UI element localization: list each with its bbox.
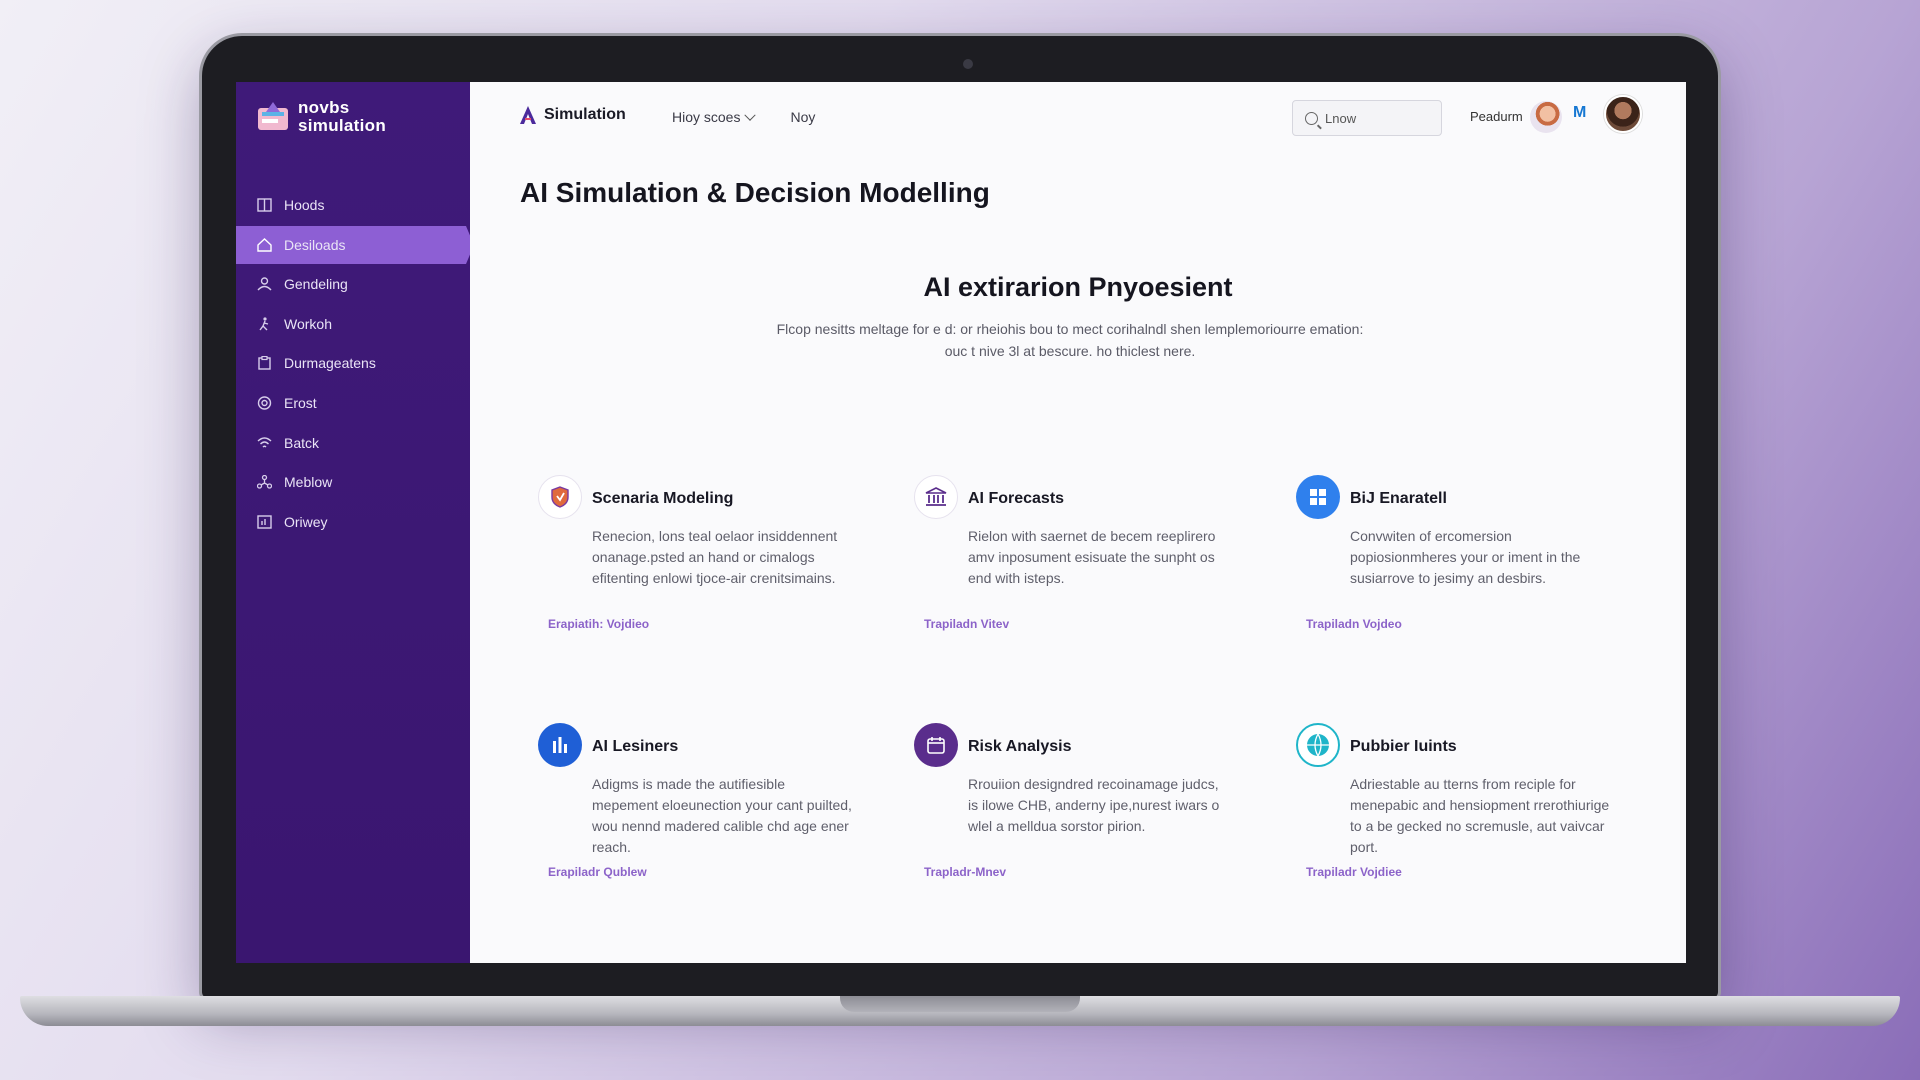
card-description: Adriestable au tterns from reciple for m… <box>1350 776 1610 855</box>
sidebar-item-label: Batck <box>284 434 320 451</box>
hero-title: AI extirarion Pnyoesient <box>923 272 1233 302</box>
card-title: Pubbier Iuints <box>1350 738 1457 755</box>
sidebar-item-erost[interactable]: Erost <box>236 384 470 422</box>
menu-dropdown-label: Hioy scoes <box>672 109 741 125</box>
sidebar-item-label: Oriwey <box>284 513 328 530</box>
sidebar-item-gendeling[interactable]: Gendeling <box>236 265 470 303</box>
card-link[interactable]: Erapiatih: Vojdieo <box>548 617 649 631</box>
runner-icon <box>256 316 272 332</box>
card-link[interactable]: Trapiladn Vojdeo <box>1306 617 1402 631</box>
profile-avatar[interactable] <box>1604 95 1642 133</box>
home-icon <box>256 237 272 253</box>
sidebar-item-label: Durmageatens <box>284 355 376 372</box>
brand-label: Simulation <box>544 106 626 123</box>
card-description: Rielon with saernet de becem reeplirero … <box>968 528 1216 586</box>
shield-icon <box>538 475 582 519</box>
sidebar-item-label: Gendeling <box>284 276 348 293</box>
chevron-down-icon <box>744 109 757 121</box>
target-icon <box>256 395 272 411</box>
card-title: AI Lesiners <box>592 738 679 755</box>
network-icon <box>256 474 272 490</box>
card-title: Risk Analysis <box>968 738 1072 755</box>
feature-card[interactable]: Scenaria Modeling Renecion, lons teal oe… <box>520 475 850 675</box>
app-window: novbs simulation Hoods Desiloads Gendeli… <box>236 82 1686 963</box>
sidebar-item-meblow[interactable]: Meblow <box>236 463 470 501</box>
sidebar-item-batck[interactable]: Batck <box>236 424 470 462</box>
brand[interactable]: Simulation <box>520 106 626 124</box>
logo-text: novbs simulation <box>298 98 387 135</box>
laptop-notch <box>840 996 1080 1012</box>
camera-icon <box>963 59 973 69</box>
app-logo[interactable]: novbs simulation <box>258 99 386 135</box>
feature-card[interactable]: BiJ Enaratell Convwiten of ercomersion p… <box>1278 475 1608 675</box>
hero-subtitle: Flcop nesitts meltage for e d: or rheioh… <box>776 321 1364 359</box>
search-input[interactable] <box>1325 110 1425 126</box>
card-link[interactable]: Trapiladr Vojdiee <box>1306 865 1402 879</box>
user-label[interactable]: Peadurm <box>1470 109 1523 124</box>
calendar-icon <box>914 723 958 767</box>
globe-icon <box>1296 723 1340 767</box>
feature-card[interactable]: Risk Analysis Rrouiion designdred recoin… <box>896 723 1226 923</box>
page-title: AI Simulation & Decision Modelling <box>520 177 990 208</box>
avatar[interactable] <box>1530 101 1562 133</box>
sidebar-item-workoh[interactable]: Workoh <box>236 305 470 343</box>
main-content: Simulation Hioy scoes Noy Peadurm M AI S… <box>470 82 1686 963</box>
card-description: Rrouiion designdred recoinamage judcs, i… <box>968 776 1220 834</box>
book-icon <box>256 197 272 213</box>
feature-card[interactable]: Pubbier Iuints Adriestable au tterns fro… <box>1278 723 1610 923</box>
sidebar-item-label: Erost <box>284 394 317 411</box>
sidebar-item-hoods[interactable]: Hoods <box>236 186 470 224</box>
feature-card[interactable]: AI Forecasts Rielon with saernet de bece… <box>896 475 1226 675</box>
wifi-icon <box>256 435 272 451</box>
sidebar-item-label: Hoods <box>284 197 325 213</box>
bar-chart-icon <box>538 723 582 767</box>
card-description: Adigms is made the autifiesible mepement… <box>592 776 852 855</box>
card-description: Convwiten of ercomersion popiosionmheres… <box>1350 528 1581 586</box>
card-title: BiJ Enaratell <box>1350 490 1447 507</box>
sidebar-item-label: Desiloads <box>284 236 346 253</box>
m-logo-icon[interactable]: M <box>1573 104 1586 122</box>
logo-icon <box>258 102 290 132</box>
sidebar-item-label: Workoh <box>284 315 332 332</box>
feature-card[interactable]: AI Lesiners Adigms is made the autifiesi… <box>520 723 852 923</box>
card-link[interactable]: Trapiladn Vitev <box>924 617 1009 631</box>
menu-dropdown[interactable]: Hioy scoes <box>672 109 757 125</box>
sidebar-nav: Hoods Desiloads Gendeling Workoh Durmage… <box>236 186 474 542</box>
chart-icon <box>256 514 272 530</box>
search-box[interactable] <box>1292 100 1442 136</box>
sidebar-item-durmageatens[interactable]: Durmageatens <box>236 344 470 382</box>
sidebar-item-desiloads[interactable]: Desiloads <box>236 225 474 264</box>
grid-icon <box>1296 475 1340 519</box>
search-icon <box>1305 111 1318 125</box>
sidebar: novbs simulation Hoods Desiloads Gendeli… <box>236 82 474 963</box>
person-icon <box>256 276 272 292</box>
sidebar-item-oriwey[interactable]: Oriwey <box>236 503 470 541</box>
brand-logo-icon <box>520 106 536 124</box>
top-menu: Hioy scoes Noy <box>672 109 815 125</box>
clipboard-icon <box>256 355 272 371</box>
card-description: Renecion, lons teal oelaor insiddennent … <box>592 528 838 586</box>
card-link[interactable]: Trapladr-Mnev <box>924 865 1006 879</box>
card-title: AI Forecasts <box>968 490 1065 507</box>
menu-item[interactable]: Noy <box>790 109 815 125</box>
sidebar-item-label: Meblow <box>284 474 333 491</box>
card-link[interactable]: Erapiladr Qublew <box>548 865 647 879</box>
bank-icon <box>914 475 958 519</box>
top-bar: Simulation Hioy scoes Noy Peadurm M <box>470 82 1686 152</box>
card-title: Scenaria Modeling <box>592 490 734 507</box>
